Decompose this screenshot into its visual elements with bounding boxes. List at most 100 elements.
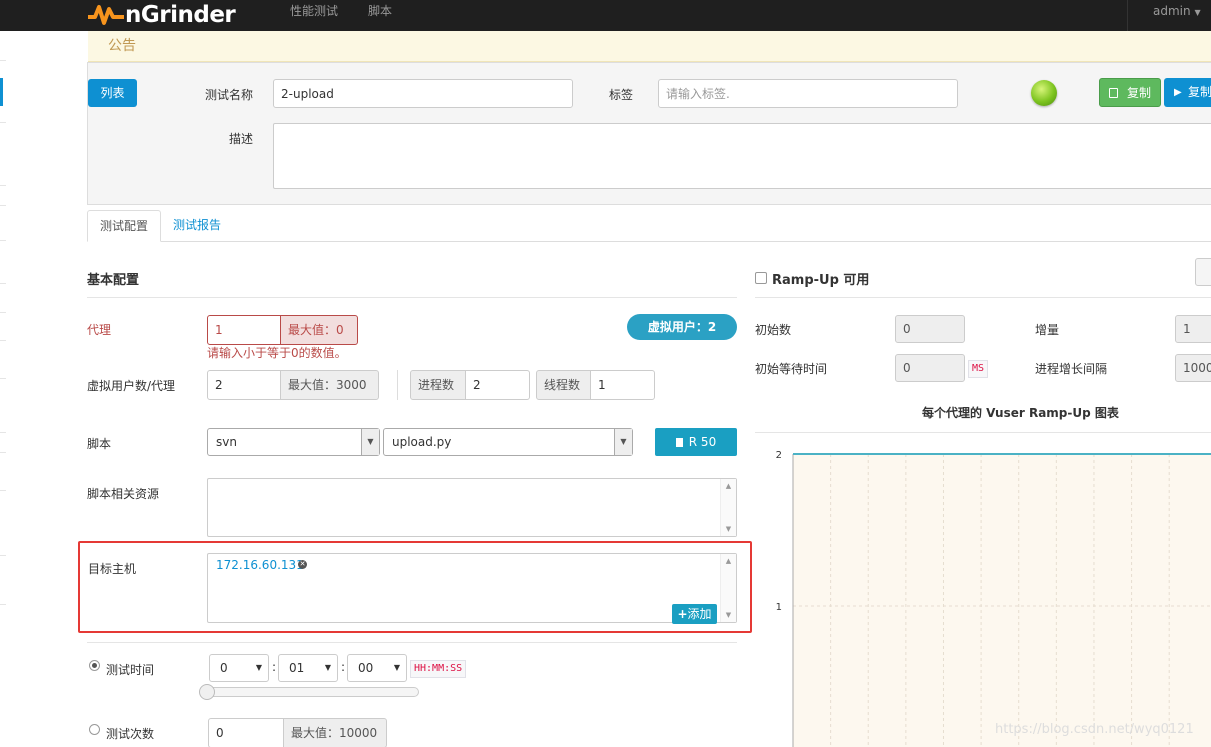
left-edge-active-marker xyxy=(0,78,3,106)
duration-hours-select[interactable]: 0 ▼ xyxy=(209,654,269,682)
plus-icon: + xyxy=(677,607,688,621)
rampup-checkbox[interactable] xyxy=(755,272,767,284)
logo-icon[interactable] xyxy=(88,1,124,27)
agent-input[interactable]: 1 xyxy=(207,315,281,345)
description-label: 描述 xyxy=(229,132,254,146)
left-edge-divider xyxy=(0,240,6,241)
run-count-input[interactable]: 0 xyxy=(208,718,284,747)
vuser-total-badge: 虚拟用户：2 xyxy=(627,314,737,340)
resources-textarea[interactable]: ▲ ▼ xyxy=(207,478,737,537)
duration-radio[interactable] xyxy=(89,660,100,671)
rampup-initial-input[interactable]: 0 xyxy=(895,315,965,343)
rampup-option-button[interactable] xyxy=(1195,258,1211,286)
tag-label: 标签 xyxy=(609,88,634,102)
agent-max: 最大值：0 xyxy=(280,315,358,345)
agent-label: 代理 xyxy=(87,323,112,337)
vusers-per-agent-input[interactable]: 2 xyxy=(207,370,281,400)
left-edge-divider xyxy=(0,185,6,186)
target-host-item[interactable]: 172.16.60.131 xyxy=(216,558,304,572)
rampup-increment-label: 增量 xyxy=(1035,323,1060,337)
y-tick-label: 1 xyxy=(776,602,782,613)
resources-label: 脚本相关资源 xyxy=(87,487,160,501)
rampup-initial-wait-input[interactable]: 0 xyxy=(895,354,965,382)
user-name: admin xyxy=(1153,4,1191,18)
test-name-label: 测试名称 xyxy=(205,88,254,102)
run-count-radio[interactable] xyxy=(89,724,100,735)
copy-and-run-button[interactable]: ▶ 复制 xyxy=(1164,78,1211,107)
rampup-initial-label: 初始数 xyxy=(755,323,792,337)
vusers-divider xyxy=(397,370,398,400)
tab-test-report[interactable]: 测试报告 xyxy=(173,210,221,240)
thread-input[interactable]: 1 xyxy=(590,370,655,400)
copy-button-label: 复制 xyxy=(1127,86,1152,100)
copy-and-run-label: 复制 xyxy=(1188,85,1211,99)
remove-host-icon[interactable]: ✕ xyxy=(298,560,307,569)
process-label: 进程数 xyxy=(410,370,466,400)
left-edge-divider xyxy=(0,452,6,453)
rampup-chart: 2 1 xyxy=(755,432,1211,747)
caret-down-icon: ▼ xyxy=(393,663,400,672)
left-edge-divider xyxy=(0,555,6,556)
duration-seconds-value: 00 xyxy=(358,661,374,675)
nav-performance-test[interactable]: 性能测试 xyxy=(290,0,338,22)
nav-divider xyxy=(1127,0,1128,31)
target-host-scrollbar[interactable]: ▲ ▼ xyxy=(720,554,736,622)
y-tick-label: 2 xyxy=(776,450,782,461)
run-count-max: 最大值：10000 xyxy=(283,718,387,747)
caret-down-icon: ▼ xyxy=(255,663,262,672)
left-edge-divider xyxy=(0,378,6,379)
time-separator: : xyxy=(272,660,277,674)
target-host-box[interactable]: 172.16.60.131 ✕ +添加 ▲ ▼ xyxy=(207,553,737,624)
run-count-label: 测试次数 xyxy=(106,727,155,741)
brand-name[interactable]: nGrinder xyxy=(125,1,236,29)
left-edge-divider xyxy=(0,122,6,123)
script-file-select[interactable]: upload.py ▼ xyxy=(383,428,633,456)
time-separator: : xyxy=(341,660,346,674)
list-button[interactable]: 列表 xyxy=(88,79,137,107)
user-menu[interactable]: admin ▼ xyxy=(1153,0,1201,24)
target-host-label: 目标主机 xyxy=(88,562,137,576)
nav-script[interactable]: 脚本 xyxy=(368,0,392,22)
resources-scrollbar[interactable]: ▲ ▼ xyxy=(720,479,736,536)
duration-slider-track[interactable] xyxy=(205,687,419,697)
caret-down-icon: ▼ xyxy=(1194,8,1201,17)
scroll-down-icon: ▼ xyxy=(725,525,732,533)
ms-unit-badge: MS xyxy=(968,360,989,378)
tag-input[interactable]: 请输入标签. xyxy=(658,79,958,108)
add-host-button[interactable]: +添加 xyxy=(672,604,717,624)
revision-label: R 50 xyxy=(688,435,717,449)
scroll-up-icon: ▲ xyxy=(725,482,732,490)
test-name-input[interactable]: 2-upload xyxy=(273,79,573,108)
description-textarea[interactable] xyxy=(273,123,1211,189)
left-edge-divider xyxy=(0,205,6,206)
left-edge-divider xyxy=(0,340,6,341)
duration-divider xyxy=(87,642,737,643)
rampup-increment-input[interactable]: 1 xyxy=(1175,315,1211,343)
duration-minutes-select[interactable]: 01 ▼ xyxy=(278,654,338,682)
left-edge-divider xyxy=(0,490,6,491)
duration-hours-value: 0 xyxy=(220,661,228,675)
script-repo-select[interactable]: svn ▼ xyxy=(207,428,380,456)
watermark-text: https://blog.csdn.net/wyq0121 xyxy=(995,722,1194,737)
duration-seconds-select[interactable]: 00 ▼ xyxy=(347,654,407,682)
scroll-up-icon: ▲ xyxy=(725,557,732,565)
chart-plot-area xyxy=(793,454,1211,747)
left-edge-divider xyxy=(0,283,6,284)
duration-slider-handle[interactable] xyxy=(199,684,215,700)
notice-title[interactable]: 公告 xyxy=(108,36,136,56)
copy-button[interactable]: 复制 xyxy=(1099,78,1161,107)
rampup-interval-input[interactable]: 1000 xyxy=(1175,354,1211,382)
tab-test-config[interactable]: 测试配置 xyxy=(87,210,161,242)
duration-label: 测试时间 xyxy=(106,663,155,677)
left-edge-divider xyxy=(0,432,6,433)
rampup-initial-wait-label: 初始等待时间 xyxy=(755,362,828,376)
vusers-max: 最大值：3000 xyxy=(280,370,379,400)
vusers-per-agent-label: 虚拟用户数/代理 xyxy=(87,379,176,393)
copy-icon xyxy=(1109,88,1118,98)
duration-minutes-value: 01 xyxy=(289,661,305,675)
revision-button[interactable]: R 50 xyxy=(655,428,737,456)
scroll-down-icon: ▼ xyxy=(725,611,732,619)
left-edge-divider xyxy=(0,60,6,61)
process-input[interactable]: 2 xyxy=(465,370,530,400)
script-label: 脚本 xyxy=(87,437,112,451)
